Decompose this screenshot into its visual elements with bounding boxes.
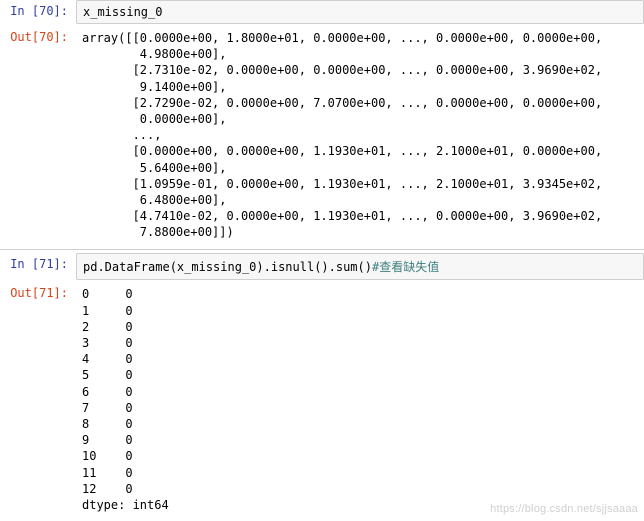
out-prompt-71: Out[71]:: [0, 282, 76, 302]
output-cell-71: Out[71]: 0 0 1 0 2 0 3 0 4 0 5 0 6 0 7 0…: [0, 282, 644, 519]
input-cell-71: In [71]: pd.DataFrame(x_missing_0).isnul…: [0, 253, 644, 280]
output-area-70: array([[0.0000e+00, 1.8000e+01, 0.0000e+…: [76, 26, 644, 246]
code-text-70: x_missing_0: [83, 5, 162, 19]
cell-divider: [0, 249, 644, 250]
in-prompt-71: In [71]:: [0, 253, 76, 273]
out-prompt-70: Out[70]:: [0, 26, 76, 46]
code-input-70[interactable]: x_missing_0: [76, 0, 644, 24]
code-comment-71: #查看缺失值: [372, 260, 439, 274]
input-cell-70: In [70]: x_missing_0: [0, 0, 644, 24]
code-input-71[interactable]: pd.DataFrame(x_missing_0).isnull().sum()…: [76, 253, 644, 280]
code-text-71: pd.DataFrame(x_missing_0).isnull().sum(): [83, 260, 372, 274]
output-cell-70: Out[70]: array([[0.0000e+00, 1.8000e+01,…: [0, 26, 644, 246]
in-prompt-70: In [70]:: [0, 0, 76, 20]
watermark-text: https://blog.csdn.net/sjjsaaaa: [490, 503, 638, 515]
output-area-71: 0 0 1 0 2 0 3 0 4 0 5 0 6 0 7 0 8 0 9 0 …: [76, 282, 644, 519]
